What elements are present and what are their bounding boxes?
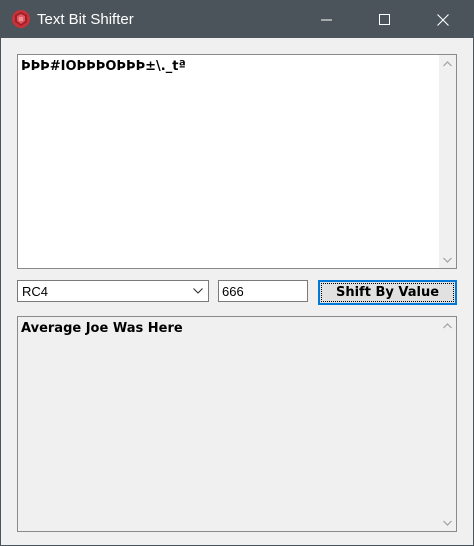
close-icon — [437, 13, 449, 26]
algorithm-dropdown[interactable]: RC4 — [17, 280, 209, 302]
output-scrollbar[interactable] — [439, 317, 456, 531]
scroll-down-icon[interactable] — [439, 251, 456, 268]
app-logo-icon — [12, 10, 30, 28]
maximize-icon — [379, 13, 390, 25]
shift-by-value-button[interactable]: Shift By Value — [318, 280, 457, 305]
client-area: ÞÞÞ#ÌOÞÞÞOÞÞÞ±\._tª RC4 Shift By Value — [1, 38, 473, 545]
minimize-button[interactable] — [298, 1, 356, 38]
input-text: ÞÞÞ#ÌOÞÞÞOÞÞÞ±\._tª — [21, 59, 186, 74]
close-button[interactable] — [414, 1, 472, 38]
output-text: Average Joe Was Here — [21, 321, 183, 336]
scroll-up-icon[interactable] — [439, 317, 456, 334]
input-scrollbar[interactable] — [439, 55, 456, 268]
chevron-down-icon[interactable] — [190, 282, 206, 300]
app-window: Text Bit Shifter ÞÞÞ#ÌOÞÞÞOÞÞÞ±\._tª RC4… — [0, 0, 474, 546]
input-textbox[interactable]: ÞÞÞ#ÌOÞÞÞOÞÞÞ±\._tª — [17, 54, 457, 269]
algorithm-selected: RC4 — [22, 284, 49, 299]
shift-value-field[interactable] — [218, 280, 308, 302]
shift-button-label: Shift By Value — [335, 285, 440, 300]
maximize-button[interactable] — [356, 1, 414, 38]
shift-value-input[interactable] — [219, 281, 308, 300]
scroll-up-icon[interactable] — [439, 55, 456, 72]
minimize-icon — [321, 19, 332, 20]
output-textbox[interactable]: Average Joe Was Here — [17, 316, 457, 532]
scroll-down-icon[interactable] — [439, 514, 456, 531]
title-bar[interactable]: Text Bit Shifter — [1, 1, 473, 38]
window-title: Text Bit Shifter — [37, 11, 134, 28]
